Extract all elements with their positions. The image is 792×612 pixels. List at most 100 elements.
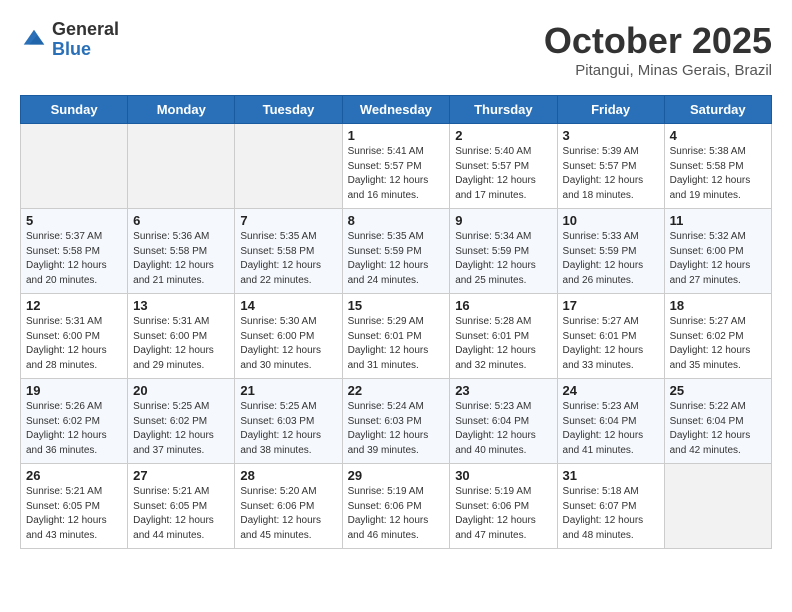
- month-title: October 2025: [544, 20, 772, 62]
- calendar-cell: 6 Sunrise: 5:36 AM Sunset: 5:58 PM Daylig…: [128, 209, 235, 294]
- day-number: 21: [240, 383, 336, 398]
- calendar-cell: 27 Sunrise: 5:21 AM Sunset: 6:05 PM Dayli…: [128, 464, 235, 549]
- day-number: 23: [455, 383, 551, 398]
- calendar-week-row: 1 Sunrise: 5:41 AM Sunset: 5:57 PM Daylig…: [21, 124, 772, 209]
- calendar-cell: 25 Sunrise: 5:22 AM Sunset: 6:04 PM Dayli…: [664, 379, 771, 464]
- weekday-header-wednesday: Wednesday: [342, 96, 450, 124]
- day-info: Sunrise: 5:31 AM Sunset: 6:00 PM Dayligh…: [133, 315, 229, 373]
- day-number: 25: [670, 383, 766, 398]
- day-info: Sunrise: 5:21 AM Sunset: 6:05 PM Dayligh…: [26, 485, 122, 543]
- day-info: Sunrise: 5:27 AM Sunset: 6:01 PM Dayligh…: [563, 315, 659, 373]
- calendar-cell: 30Sunrise: 5:19 AM Sunset: 6:06 PM Dayli…: [450, 464, 557, 549]
- calendar-cell: 2 Sunrise: 5:40 AM Sunset: 5:57 PM Daylig…: [450, 124, 557, 209]
- day-info: Sunrise: 5:23 AM Sunset: 6:04 PM Dayligh…: [455, 400, 551, 458]
- day-info: Sunrise: 5:19 AM Sunset: 6:06 PM Dayligh…: [455, 485, 551, 543]
- calendar-cell: 12 Sunrise: 5:31 AM Sunset: 6:00 PM Dayli…: [21, 294, 128, 379]
- day-number: 31: [563, 468, 659, 483]
- calendar-cell: 9 Sunrise: 5:34 AM Sunset: 5:59 PM Daylig…: [450, 209, 557, 294]
- day-number: 5: [26, 213, 122, 228]
- weekday-header-saturday: Saturday: [664, 96, 771, 124]
- weekday-header-sunday: Sunday: [21, 96, 128, 124]
- day-number: 11: [670, 213, 766, 228]
- day-number: 15: [348, 298, 445, 313]
- calendar-cell: 5 Sunrise: 5:37 AM Sunset: 5:58 PM Daylig…: [21, 209, 128, 294]
- day-number: 14: [240, 298, 336, 313]
- day-info: Sunrise: 5:35 AM Sunset: 5:58 PM Dayligh…: [240, 230, 336, 288]
- day-info: Sunrise: 5:25 AM Sunset: 6:03 PM Dayligh…: [240, 400, 336, 458]
- calendar-cell: 19 Sunrise: 5:26 AM Sunset: 6:02 PM Dayli…: [21, 379, 128, 464]
- day-number: 16: [455, 298, 551, 313]
- day-number: 26: [26, 468, 122, 483]
- calendar-cell: 15 Sunrise: 5:29 AM Sunset: 6:01 PM Dayli…: [342, 294, 450, 379]
- calendar-week-row: 5 Sunrise: 5:37 AM Sunset: 5:58 PM Daylig…: [21, 209, 772, 294]
- calendar-cell: [664, 464, 771, 549]
- day-number: 29: [348, 468, 445, 483]
- day-info: Sunrise: 5:18 AM Sunset: 6:07 PM Dayligh…: [563, 485, 659, 543]
- calendar-cell: 17 Sunrise: 5:27 AM Sunset: 6:01 PM Dayli…: [557, 294, 664, 379]
- calendar-cell: 26 Sunrise: 5:21 AM Sunset: 6:05 PM Dayli…: [21, 464, 128, 549]
- weekday-header-monday: Monday: [128, 96, 235, 124]
- weekday-header-thursday: Thursday: [450, 96, 557, 124]
- title-block: October 2025 Pitangui, Minas Gerais, Bra…: [544, 20, 772, 79]
- day-number: 8: [348, 213, 445, 228]
- weekday-header-tuesday: Tuesday: [235, 96, 342, 124]
- day-number: 24: [563, 383, 659, 398]
- day-info: Sunrise: 5:41 AM Sunset: 5:57 PM Dayligh…: [348, 145, 445, 203]
- day-info: Sunrise: 5:31 AM Sunset: 6:00 PM Dayligh…: [26, 315, 122, 373]
- day-info: Sunrise: 5:21 AM Sunset: 6:05 PM Dayligh…: [133, 485, 229, 543]
- day-number: 9: [455, 213, 551, 228]
- calendar-week-row: 12 Sunrise: 5:31 AM Sunset: 6:00 PM Dayli…: [21, 294, 772, 379]
- logo-icon: [20, 26, 48, 54]
- day-number: 1: [348, 128, 445, 143]
- calendar-cell: 20Sunrise: 5:25 AM Sunset: 6:02 PM Dayli…: [128, 379, 235, 464]
- calendar-cell: 1 Sunrise: 5:41 AM Sunset: 5:57 PM Daylig…: [342, 124, 450, 209]
- day-number: 17: [563, 298, 659, 313]
- day-info: Sunrise: 5:40 AM Sunset: 5:57 PM Dayligh…: [455, 145, 551, 203]
- day-info: Sunrise: 5:30 AM Sunset: 6:00 PM Dayligh…: [240, 315, 336, 373]
- day-number: 13: [133, 298, 229, 313]
- day-info: Sunrise: 5:19 AM Sunset: 6:06 PM Dayligh…: [348, 485, 445, 543]
- day-number: 19: [26, 383, 122, 398]
- calendar-cell: 7 Sunrise: 5:35 AM Sunset: 5:58 PM Daylig…: [235, 209, 342, 294]
- day-info: Sunrise: 5:34 AM Sunset: 5:59 PM Dayligh…: [455, 230, 551, 288]
- day-number: 7: [240, 213, 336, 228]
- weekday-header-friday: Friday: [557, 96, 664, 124]
- day-info: Sunrise: 5:29 AM Sunset: 6:01 PM Dayligh…: [348, 315, 445, 373]
- calendar-cell: [235, 124, 342, 209]
- calendar-cell: 11 Sunrise: 5:32 AM Sunset: 6:00 PM Dayli…: [664, 209, 771, 294]
- logo-text: General Blue: [52, 20, 119, 60]
- calendar-cell: 24Sunrise: 5:23 AM Sunset: 6:04 PM Dayli…: [557, 379, 664, 464]
- calendar-cell: 4 Sunrise: 5:38 AM Sunset: 5:58 PM Daylig…: [664, 124, 771, 209]
- day-info: Sunrise: 5:28 AM Sunset: 6:01 PM Dayligh…: [455, 315, 551, 373]
- day-number: 4: [670, 128, 766, 143]
- day-info: Sunrise: 5:26 AM Sunset: 6:02 PM Dayligh…: [26, 400, 122, 458]
- day-info: Sunrise: 5:38 AM Sunset: 5:58 PM Dayligh…: [670, 145, 766, 203]
- logo: General Blue: [20, 20, 119, 60]
- calendar-week-row: 19 Sunrise: 5:26 AM Sunset: 6:02 PM Dayli…: [21, 379, 772, 464]
- calendar-cell: 14 Sunrise: 5:30 AM Sunset: 6:00 PM Dayli…: [235, 294, 342, 379]
- calendar-table: SundayMondayTuesdayWednesdayThursdayFrid…: [20, 95, 772, 549]
- day-info: Sunrise: 5:22 AM Sunset: 6:04 PM Dayligh…: [670, 400, 766, 458]
- day-info: Sunrise: 5:32 AM Sunset: 6:00 PM Dayligh…: [670, 230, 766, 288]
- day-number: 12: [26, 298, 122, 313]
- calendar-cell: 31 Sunrise: 5:18 AM Sunset: 6:07 PM Dayli…: [557, 464, 664, 549]
- calendar-cell: 28Sunrise: 5:20 AM Sunset: 6:06 PM Dayli…: [235, 464, 342, 549]
- day-number: 3: [563, 128, 659, 143]
- logo-general: General: [52, 20, 119, 40]
- day-number: 6: [133, 213, 229, 228]
- calendar-cell: 29 Sunrise: 5:19 AM Sunset: 6:06 PM Dayli…: [342, 464, 450, 549]
- day-info: Sunrise: 5:36 AM Sunset: 5:58 PM Dayligh…: [133, 230, 229, 288]
- day-number: 28: [240, 468, 336, 483]
- weekday-header-row: SundayMondayTuesdayWednesdayThursdayFrid…: [21, 96, 772, 124]
- day-info: Sunrise: 5:33 AM Sunset: 5:59 PM Dayligh…: [563, 230, 659, 288]
- day-info: Sunrise: 5:37 AM Sunset: 5:58 PM Dayligh…: [26, 230, 122, 288]
- location-subtitle: Pitangui, Minas Gerais, Brazil: [544, 62, 772, 79]
- calendar-cell: 21 Sunrise: 5:25 AM Sunset: 6:03 PM Dayli…: [235, 379, 342, 464]
- calendar-cell: 23 Sunrise: 5:23 AM Sunset: 6:04 PM Dayli…: [450, 379, 557, 464]
- calendar-cell: 18Sunrise: 5:27 AM Sunset: 6:02 PM Dayli…: [664, 294, 771, 379]
- day-info: Sunrise: 5:25 AM Sunset: 6:02 PM Dayligh…: [133, 400, 229, 458]
- day-number: 27: [133, 468, 229, 483]
- day-number: 10: [563, 213, 659, 228]
- calendar-cell: 8Sunrise: 5:35 AM Sunset: 5:59 PM Daylig…: [342, 209, 450, 294]
- day-number: 2: [455, 128, 551, 143]
